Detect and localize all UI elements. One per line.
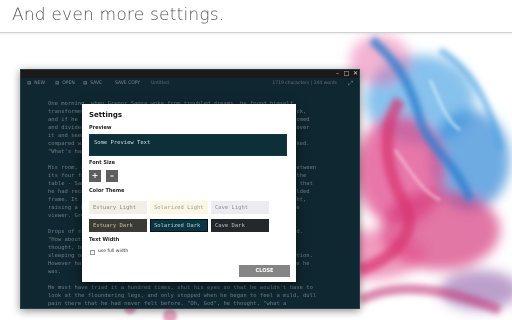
banner-title: And even more settings. xyxy=(12,5,225,25)
save-copy-label: SAVE COPY xyxy=(115,81,141,86)
minimize-icon[interactable]: – xyxy=(334,70,341,77)
save-button[interactable]: ▤ SAVE xyxy=(83,81,102,86)
open-icon: ▤ xyxy=(55,81,60,86)
close-window-icon[interactable]: ✕ xyxy=(352,70,359,77)
open-label: OPEN xyxy=(62,81,75,86)
save-copy-button[interactable]: SAVE COPY xyxy=(115,81,140,86)
toolbar: ▤ NEW ▤ OPEN ▤ SAVE SAVE COPY Untitled 1719… xyxy=(21,78,359,92)
new-button[interactable]: ▤ NEW xyxy=(27,81,45,86)
document-name: Untitled xyxy=(151,81,169,86)
banner: And even more settings. xyxy=(0,0,512,33)
new-label: NEW xyxy=(34,81,45,86)
open-button[interactable]: ▤ OPEN xyxy=(55,81,75,86)
save-label: SAVE xyxy=(90,81,102,86)
fullscreen-icon[interactable]: ⤢ xyxy=(348,80,353,88)
save-icon: ▤ xyxy=(83,81,88,86)
new-icon: ▤ xyxy=(27,81,32,86)
word-count: 1719 characters | 344 words xyxy=(272,81,337,86)
window-titlebar[interactable]: – □ ✕ xyxy=(21,70,359,78)
document-name-label: Untitled xyxy=(151,81,169,86)
maximize-icon[interactable]: □ xyxy=(343,70,350,77)
settings-dialog xyxy=(82,104,296,282)
paragraph: He must have tried it a hundred times, s… xyxy=(48,285,317,307)
